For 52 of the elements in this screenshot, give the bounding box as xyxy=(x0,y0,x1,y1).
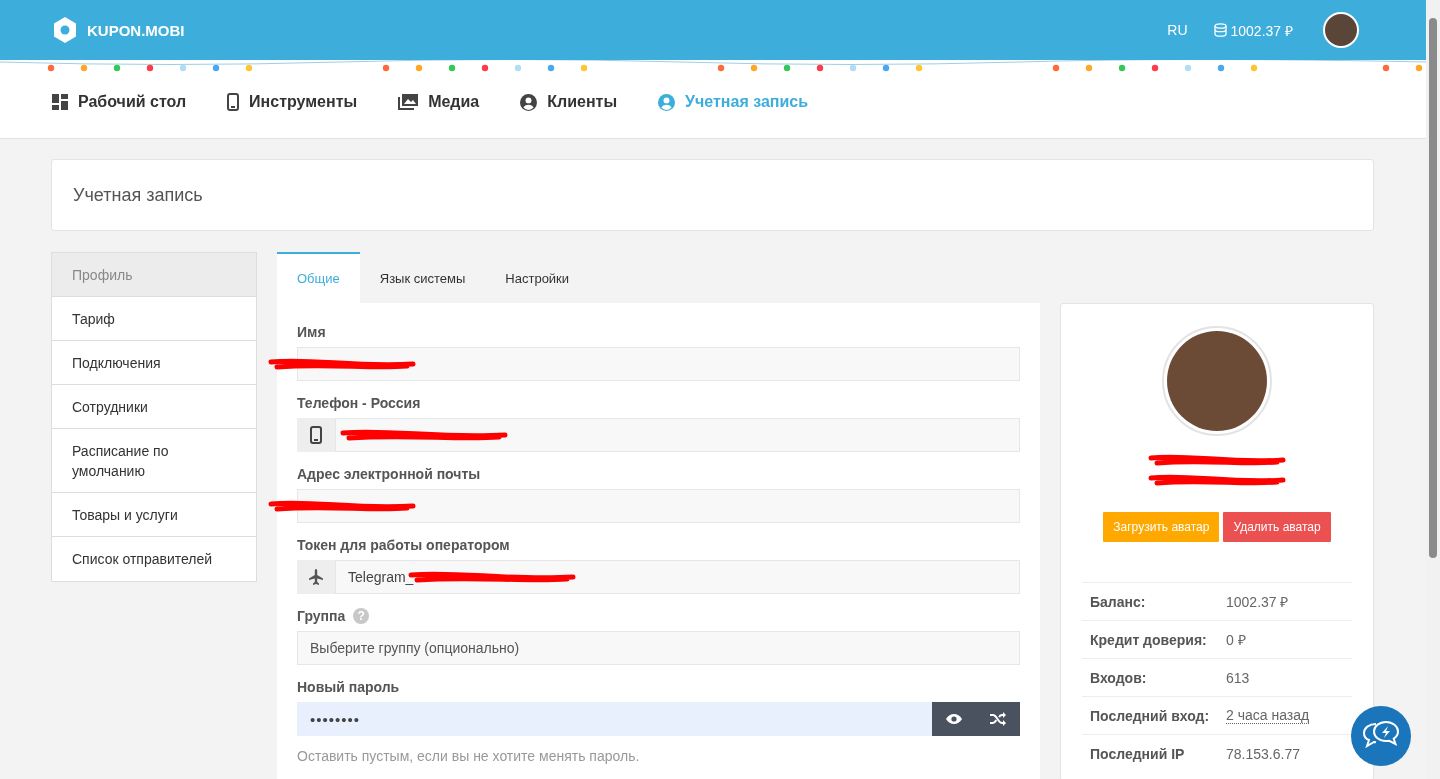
user-icon xyxy=(520,93,538,111)
stat-value: 613 xyxy=(1226,669,1250,686)
input-field[interactable]: Telegram_ xyxy=(335,560,1020,594)
coins-icon xyxy=(1213,23,1227,37)
delete-avatar-button[interactable]: Удалить аватар xyxy=(1223,512,1331,542)
chat-button[interactable] xyxy=(1351,706,1411,766)
field-label: Адрес электронной почты xyxy=(297,466,481,482)
sidebar-item[interactable]: Подключения xyxy=(52,341,256,385)
user-icon xyxy=(658,93,676,111)
nav-tab[interactable]: Клиенты xyxy=(520,93,618,111)
sidebar-item[interactable]: Тариф xyxy=(52,297,256,341)
stat-value: 78.153.6.77 xyxy=(1226,745,1300,762)
input-field[interactable] xyxy=(335,418,1020,452)
sidebar-item[interactable]: Товары и услуги xyxy=(52,493,256,537)
stat-label: Кредит доверия: xyxy=(1090,631,1208,648)
stat-value: 2 часа назад xyxy=(1226,707,1310,724)
stat-label: Последний IP xyxy=(1090,745,1186,762)
field-label: Имя xyxy=(297,324,326,340)
page-title: Учетная запись xyxy=(73,184,203,206)
field-label: Токен для работы оператором xyxy=(297,537,510,553)
select-field[interactable]: Выберите группу (опционально) xyxy=(297,631,1020,665)
nav-tab[interactable]: Рабочий стол xyxy=(52,93,187,111)
stat-value: 1002.37 ₽ xyxy=(1226,593,1289,611)
nav-tab[interactable]: Медиа xyxy=(398,93,480,111)
input-field[interactable] xyxy=(297,347,1020,381)
password-field[interactable]: •••••••• xyxy=(297,702,932,736)
field-label: Группа xyxy=(297,608,346,624)
phone-icon xyxy=(227,93,240,111)
tab[interactable]: Язык системы xyxy=(359,252,486,303)
eye-icon xyxy=(946,713,962,725)
sidebar-item[interactable]: Расписание по умолчанию xyxy=(52,429,256,493)
stat-label: Баланс: xyxy=(1090,593,1147,610)
field-label: Новый пароль xyxy=(297,679,400,695)
show-password-button[interactable] xyxy=(932,702,976,736)
sidebar-item[interactable]: Сотрудники xyxy=(52,385,256,429)
images-icon xyxy=(398,94,419,110)
sidebar-item[interactable]: Список отправителей xyxy=(52,537,256,581)
dashboard-icon xyxy=(52,94,68,110)
phone-icon xyxy=(310,426,322,444)
nav-tab[interactable]: Инструменты xyxy=(227,93,358,111)
generate-password-button[interactable] xyxy=(976,702,1020,736)
field-label: Телефон - Россия xyxy=(297,395,421,411)
logo-icon xyxy=(53,17,77,43)
input-field[interactable] xyxy=(297,489,1020,523)
tab[interactable]: Настройки xyxy=(485,252,590,303)
password-hint: Оставить пустым, если вы не хотите менять пароль. xyxy=(297,748,641,764)
shuffle-icon xyxy=(990,712,1006,726)
stat-label: Входов: xyxy=(1090,669,1148,686)
stat-label: Последний вход: xyxy=(1090,707,1211,724)
plane-icon xyxy=(309,569,323,585)
stat-value: 0 ₽ xyxy=(1226,631,1246,649)
avatar-placeholder[interactable] xyxy=(1323,12,1359,48)
